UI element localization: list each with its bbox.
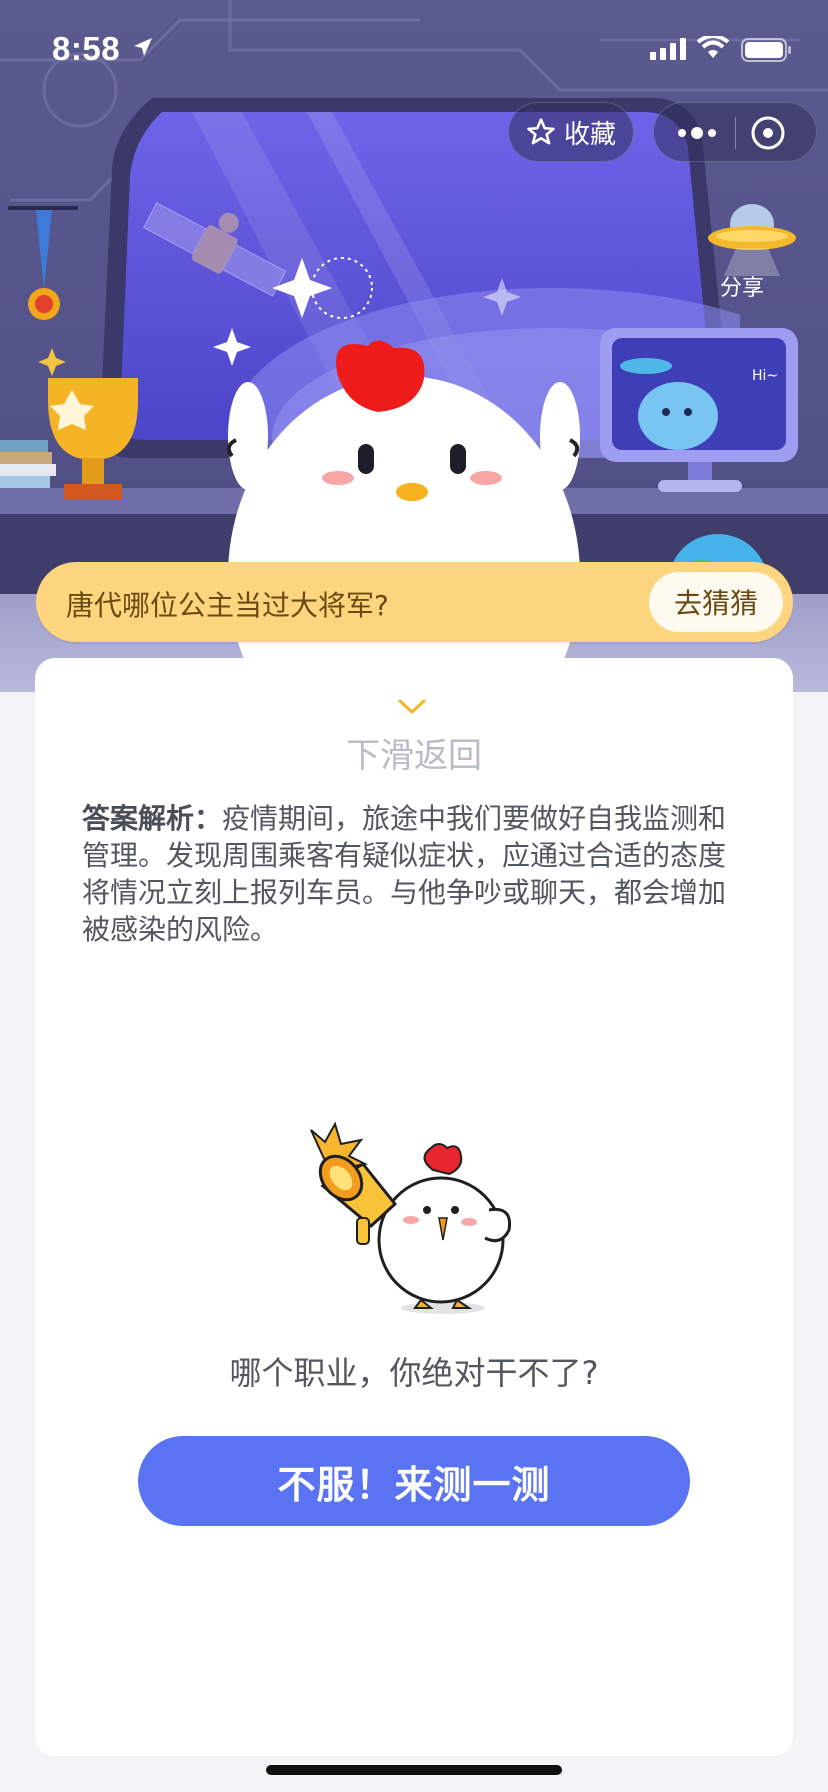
more-icon[interactable] — [674, 121, 720, 145]
signal-icon — [650, 38, 686, 60]
favorite-button[interactable]: 收藏 — [508, 102, 634, 162]
guess-button[interactable]: 去猜猜 — [649, 572, 783, 632]
take-quiz-button[interactable]: 不服！来测一测 — [138, 1436, 690, 1526]
answer-card: 下滑返回 答案解析：疫情期间，旅途中我们要做好自我监测和管理。发现周围乘客有疑似… — [35, 658, 793, 1756]
close-miniprogram-icon[interactable] — [749, 114, 787, 152]
question-banner[interactable]: 唐代哪位公主当过大将军? 去猜猜 — [36, 562, 793, 642]
swipe-back-hint[interactable]: 下滑返回 — [35, 728, 793, 777]
hero-banner: Hi~ 8:58 收藏 分享 唐代哪位公主当过大将军? 去猜猜 — [0, 0, 828, 692]
wifi-icon — [697, 36, 729, 58]
chevron-down-icon[interactable] — [397, 698, 427, 716]
status-time: 8:58 — [52, 30, 121, 67]
career-quiz-prompt: 哪个职业，你绝对干不了? — [229, 1354, 599, 1392]
status-bar: 8:58 — [0, 0, 828, 100]
trophy-decoration — [0, 206, 138, 500]
location-arrow-icon — [134, 38, 152, 56]
analysis-label: 答案解析： — [82, 802, 223, 835]
star-icon — [527, 118, 555, 145]
answer-analysis: 答案解析：疫情期间，旅途中我们要做好自我监测和管理。发现周围乘客有疑似症状，应通… — [82, 800, 742, 948]
favorite-label: 收藏 — [563, 119, 616, 150]
share-label[interactable]: 分享 — [720, 270, 764, 302]
monitor-decoration: Hi~ — [600, 328, 798, 492]
home-indicator[interactable] — [266, 1765, 562, 1775]
battery-icon — [741, 38, 791, 62]
megaphone-chick-illustration — [310, 1121, 512, 1314]
capsule-menu — [653, 102, 817, 162]
monitor-greeting: Hi~ — [752, 368, 778, 384]
question-text: 唐代哪位公主当过大将军? — [66, 589, 389, 622]
